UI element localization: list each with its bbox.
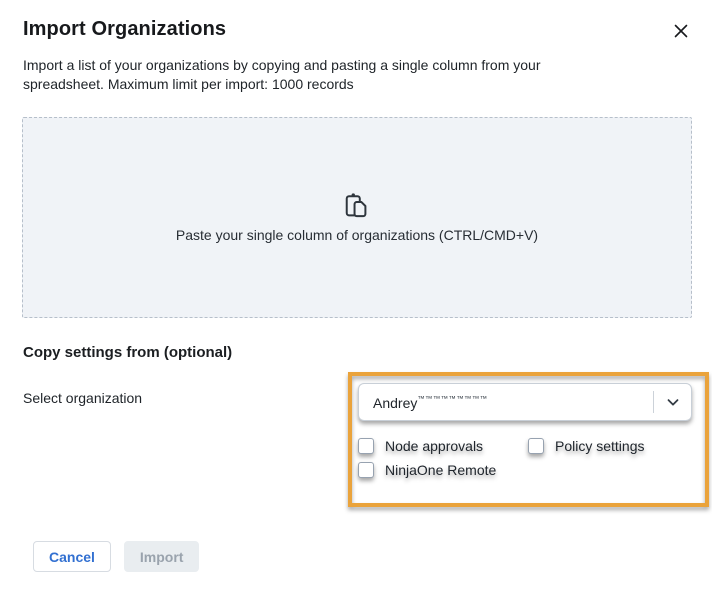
select-divider bbox=[653, 391, 654, 413]
checkbox-ninjaone-remote[interactable]: NinjaOne Remote bbox=[358, 462, 528, 478]
checkbox-label: Node approvals bbox=[385, 438, 483, 454]
checkbox-icon[interactable] bbox=[528, 438, 544, 454]
checkbox-icon[interactable] bbox=[358, 438, 374, 454]
import-button[interactable]: Import bbox=[124, 541, 200, 572]
dialog-description: Import a list of your organizations by c… bbox=[23, 56, 591, 94]
checkbox-icon[interactable] bbox=[358, 462, 374, 478]
organization-select-suffix: ™™™™™™™™™ bbox=[417, 394, 487, 403]
import-organizations-dialog: Import Organizations Import a list of yo… bbox=[0, 0, 712, 593]
dialog-title: Import Organizations bbox=[23, 18, 226, 41]
paste-dropzone[interactable]: Paste your single column of organization… bbox=[22, 117, 692, 318]
select-organization-label: Select organization bbox=[23, 390, 142, 406]
chevron-down-icon bbox=[664, 393, 682, 411]
checkbox-label: Policy settings bbox=[555, 438, 644, 454]
dialog-footer: Cancel Import bbox=[33, 541, 199, 572]
copy-settings-options: Node approvals Policy settings NinjaOne … bbox=[358, 438, 698, 478]
checkbox-node-approvals[interactable]: Node approvals bbox=[358, 438, 528, 454]
copy-settings-heading: Copy settings from (optional) bbox=[23, 344, 232, 361]
organization-select[interactable]: Andrey™™™™™™™™™ bbox=[358, 383, 692, 421]
checkbox-label: NinjaOne Remote bbox=[385, 462, 496, 478]
paste-clipboard-icon bbox=[343, 192, 371, 220]
close-icon bbox=[674, 24, 688, 38]
organization-select-value: Andrey™™™™™™™™™ bbox=[359, 394, 488, 411]
paste-caption: Paste your single column of organization… bbox=[176, 227, 538, 243]
close-button[interactable] bbox=[672, 22, 690, 40]
cancel-button[interactable]: Cancel bbox=[33, 541, 111, 572]
checkbox-policy-settings[interactable]: Policy settings bbox=[528, 438, 698, 454]
highlight-annotation-box: Andrey™™™™™™™™™ Node approvals Policy se… bbox=[348, 372, 709, 507]
